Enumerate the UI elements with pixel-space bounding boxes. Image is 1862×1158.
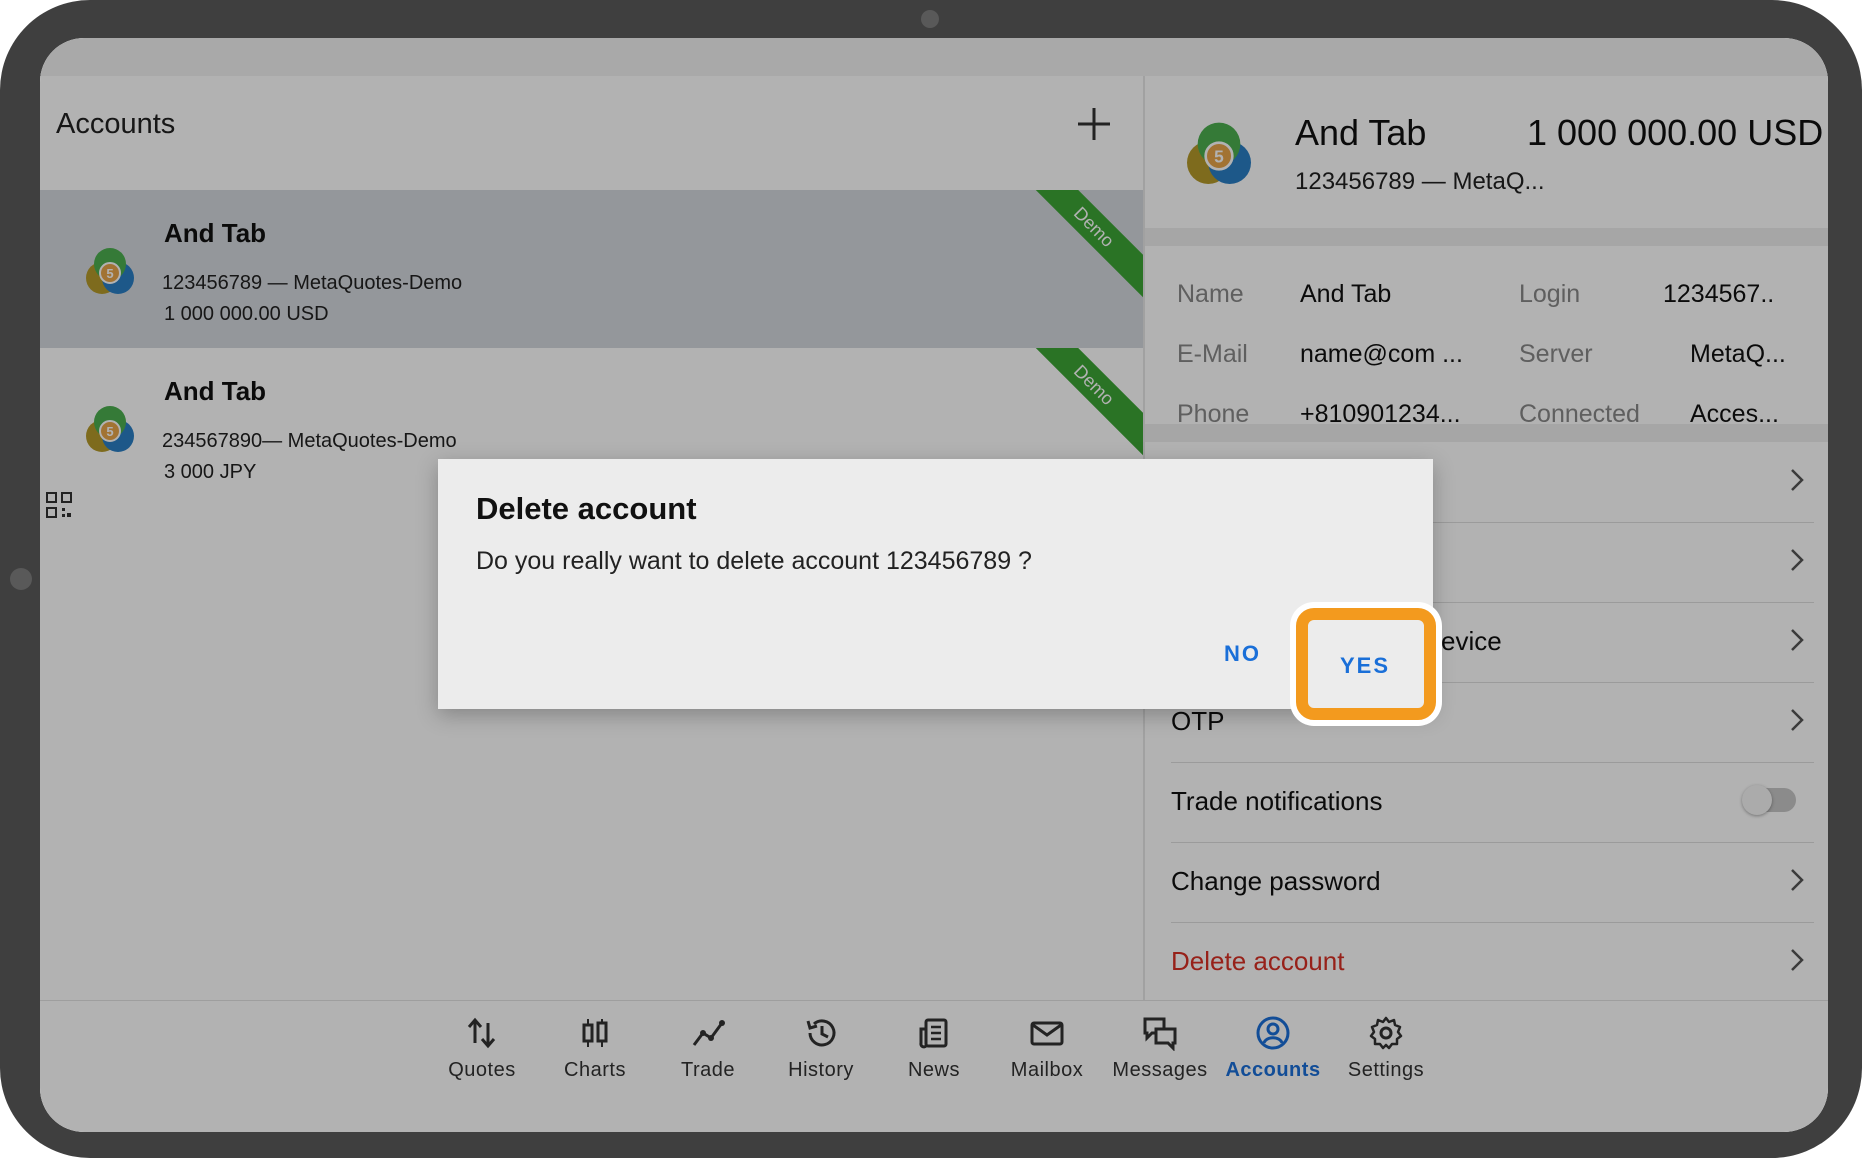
side-sensor <box>10 568 32 590</box>
tablet-frame: Accounts 5 And Tab 123456789 — MetaQuote… <box>0 0 1862 1158</box>
dialog-message: Do you really want to delete account 123… <box>476 547 1032 575</box>
front-camera <box>921 10 939 28</box>
delete-account-dialog: Delete account Do you really want to del… <box>438 459 1433 709</box>
yes-button[interactable]: YES <box>1340 653 1390 679</box>
dialog-title: Delete account <box>476 491 697 526</box>
no-button[interactable]: NO <box>1224 641 1261 667</box>
